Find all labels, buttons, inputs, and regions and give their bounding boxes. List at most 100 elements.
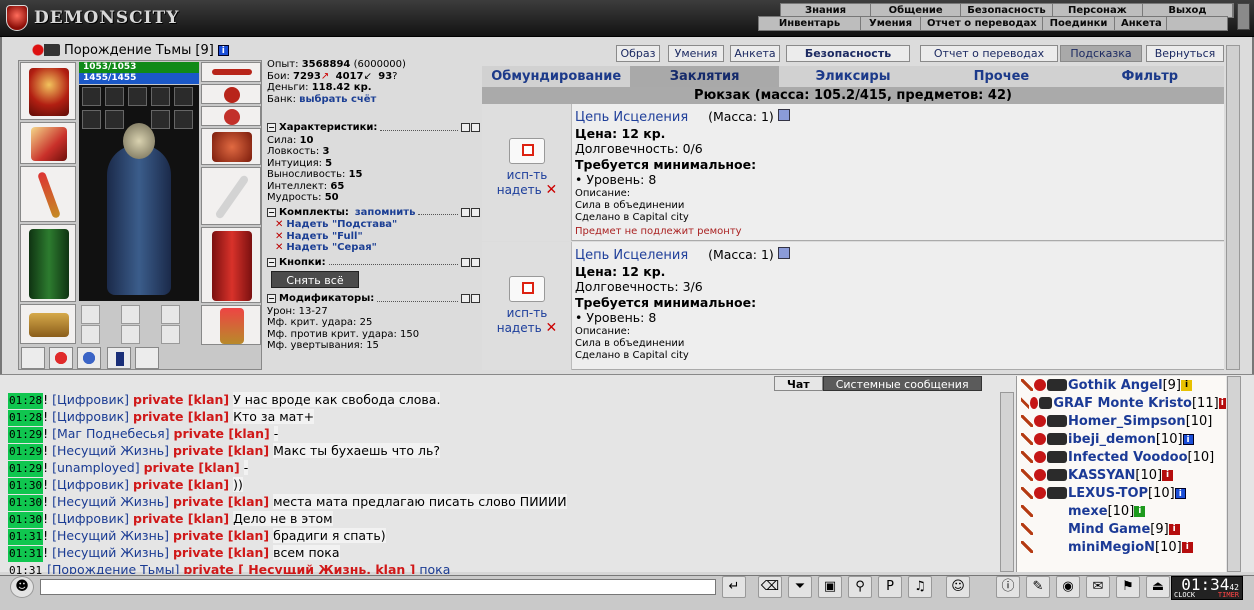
chat-private-tag[interactable]: private [klan] [173, 494, 269, 509]
online-user[interactable]: Infected Voodoo [10] [1017, 448, 1226, 466]
chat-private-tag[interactable]: private [klan] [133, 477, 229, 492]
exit-icon[interactable]: ⏏ [1146, 576, 1170, 598]
user-name[interactable]: miniMegioN [1068, 540, 1155, 555]
private-icon[interactable]: P [878, 576, 902, 598]
inv-tab-filter[interactable]: Фильтр [1076, 66, 1224, 87]
set-link-1[interactable]: ✕ Надеть "Подстава" [267, 219, 480, 231]
tab-skills[interactable]: Умения [668, 45, 724, 62]
set-link-3[interactable]: ✕ Надеть "Серая" [267, 242, 480, 254]
flag-icon[interactable]: ⚑ [1116, 576, 1140, 598]
quest-icon[interactable]: ✎ [1026, 576, 1050, 598]
subnav-fights[interactable]: Поединки [1043, 17, 1115, 30]
tab-chat[interactable]: Чат [774, 376, 823, 391]
belt-slot[interactable] [20, 304, 76, 344]
user-name[interactable]: GRAF Monte Kristo [1053, 396, 1192, 411]
delete-icon[interactable]: ✕ [546, 182, 558, 198]
online-user[interactable]: Gothik Angel [9] i [1017, 376, 1226, 394]
info-icon[interactable]: ⓘ [996, 576, 1020, 598]
collapse-icon[interactable]: − [267, 207, 276, 217]
necklace-slot[interactable] [201, 84, 261, 104]
online-user[interactable]: KASSYAN [10] i [1017, 466, 1226, 484]
chat-sender[interactable]: [Несущий Жизнь] [52, 494, 169, 509]
amulet-slot-2[interactable] [121, 305, 140, 324]
chat-sender[interactable]: [Маг Поднебесья] [52, 426, 169, 441]
online-user[interactable]: mexe [10] i [1017, 502, 1226, 520]
clock-label[interactable]: CLOCK [1174, 591, 1195, 599]
minimize-icon[interactable] [461, 123, 470, 133]
use-link[interactable]: исп-ть [507, 306, 548, 320]
collapse-icon[interactable]: − [267, 123, 276, 133]
inv-tab-elixirs[interactable]: Эликсиры [779, 66, 927, 87]
chat-private-tag[interactable]: private [ Несущий Жизнь, klan ] [183, 562, 415, 574]
maximize-icon[interactable] [471, 207, 480, 217]
rune-slot-4[interactable] [151, 87, 170, 106]
tab-profile[interactable]: Анкета [730, 45, 780, 62]
private-message-icon[interactable] [1021, 433, 1033, 445]
music-icon[interactable]: ♫ [908, 576, 932, 598]
rune-slot-6[interactable] [82, 110, 101, 129]
online-user[interactable]: miniMegioN [10] i [1017, 538, 1226, 556]
smile-icon[interactable]: ☺ [946, 576, 970, 598]
chat-sender[interactable]: [unamployed] [52, 460, 140, 475]
set-link-2[interactable]: ✕ Надеть "Full" [267, 231, 480, 243]
private-message-icon[interactable] [1021, 379, 1033, 391]
chat-private-tag[interactable]: private [klan] [174, 426, 270, 441]
unequip-all-button[interactable]: Снять всё [271, 271, 359, 288]
helmet-slot[interactable] [20, 62, 76, 120]
chat-sender[interactable]: [Цифровик] [52, 409, 129, 424]
online-user[interactable]: LEXUS-TOP [10] i [1017, 484, 1226, 502]
user-info-icon[interactable]: i [1181, 379, 1193, 391]
chat-sender[interactable]: [Цифровик] [52, 511, 129, 526]
maximize-icon[interactable] [471, 123, 480, 133]
user-name[interactable]: Mind Game [1068, 522, 1150, 537]
user-name[interactable]: LEXUS-TOP [1068, 486, 1148, 501]
inv-tab-other[interactable]: Прочее [927, 66, 1075, 87]
chat-private-tag[interactable]: private [klan] [173, 545, 269, 560]
walk-icon[interactable]: ⚲ [848, 576, 872, 598]
chat-private-tag[interactable]: private [klan] [133, 409, 229, 424]
ring-slot-1[interactable] [81, 325, 100, 344]
filter-icon[interactable]: ⏷ [788, 576, 812, 598]
users-scrollbar[interactable] [1227, 376, 1241, 572]
user-info-icon[interactable]: i [1168, 523, 1180, 535]
equip-link[interactable]: надеть [497, 183, 542, 197]
rune-slot-3[interactable] [128, 87, 147, 106]
user-name[interactable]: Homer_Simpson [1068, 414, 1186, 429]
chat-input[interactable] [40, 579, 716, 595]
send-icon[interactable]: ↵ [722, 576, 746, 598]
gloves-slot[interactable] [201, 128, 261, 165]
item-name[interactable]: Цепь Исцеления [575, 248, 688, 263]
tab-image[interactable]: Образ [616, 45, 660, 62]
bank-link[interactable]: выбрать счёт [299, 94, 376, 105]
chat-sender[interactable]: [Несущий Жизнь] [52, 528, 169, 543]
collapse-icon[interactable]: − [267, 294, 276, 304]
armor-slot[interactable] [20, 224, 76, 302]
item-name[interactable]: Цепь Исцеления [575, 110, 688, 125]
earring-slot[interactable] [201, 62, 261, 82]
tab-transfer-report[interactable]: Отчет о переводах [920, 45, 1058, 62]
save-icon[interactable]: ▣ [818, 576, 842, 598]
modifiers-header[interactable]: − Модификаторы: [267, 293, 480, 305]
chat-sender[interactable]: [Несущий Жизнь] [52, 545, 169, 560]
private-message-icon[interactable] [1021, 451, 1033, 463]
chat-sender[interactable]: [Порождение Тьмы] [47, 562, 179, 574]
rune-slot-2[interactable] [105, 87, 124, 106]
ring-slot-2[interactable] [121, 325, 140, 344]
chat-private-tag[interactable]: private [klan] [173, 528, 269, 543]
timer-label[interactable]: TIMER [1218, 591, 1239, 599]
heal-scroll-icon[interactable] [21, 347, 45, 369]
amulet-slot-1[interactable] [81, 305, 100, 324]
tab-system-messages[interactable]: Системные сообщения [822, 376, 982, 391]
chat-private-tag[interactable]: private [klan] [133, 392, 229, 407]
inventory-scrollbar[interactable] [1226, 45, 1240, 370]
private-message-icon[interactable] [1021, 397, 1029, 409]
tab-security[interactable]: Безопасность [786, 45, 910, 62]
eraser-icon[interactable]: ⌫ [758, 576, 782, 598]
private-message-icon[interactable] [1021, 469, 1033, 481]
legs-slot[interactable] [201, 227, 261, 303]
chat-sender[interactable]: [Цифровик] [52, 392, 129, 407]
delete-icon[interactable]: ✕ [546, 320, 558, 336]
private-message-icon[interactable] [1021, 505, 1033, 517]
subnav-transfer-report[interactable]: Отчет о переводах [921, 17, 1043, 30]
online-user[interactable]: Homer_Simpson [10] [1017, 412, 1226, 430]
